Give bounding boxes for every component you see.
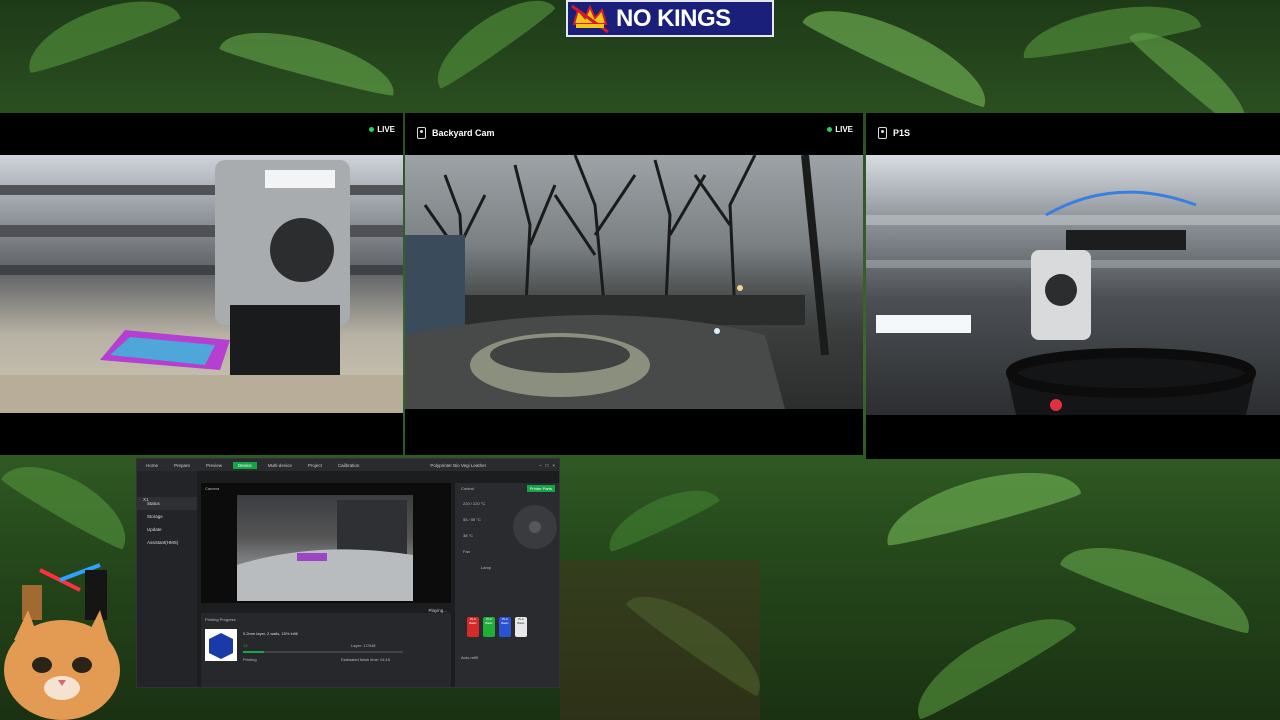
- sidebar-item-assistant[interactable]: Assistant(HMS): [137, 536, 197, 549]
- progress-bar: [243, 651, 403, 653]
- tab-project[interactable]: Project: [303, 462, 327, 469]
- camera-label: Camera: [205, 486, 220, 491]
- printer-camera-feed: [237, 495, 413, 601]
- camera-header: Backyard Cam LIVE: [405, 113, 863, 153]
- control-panel: Control Printer Parts 220 / 220 °C 55 / …: [455, 483, 559, 687]
- bed-temp[interactable]: 55 / 55 °C: [463, 517, 481, 522]
- printer-selector[interactable]: X1: [143, 497, 149, 502]
- maximize-icon[interactable]: □: [546, 463, 549, 468]
- camera-panel-p1s[interactable]: P1S: [866, 113, 1280, 459]
- home-button[interactable]: [529, 521, 541, 533]
- fan-label[interactable]: Fan: [463, 549, 470, 554]
- slicer-sidebar: X1 Status Storage Update Assistant(HMS): [137, 471, 197, 687]
- camera-panel-backyard[interactable]: Backyard Cam LIVE: [405, 113, 863, 455]
- print-status: Printing: [243, 657, 257, 662]
- tab-device[interactable]: Device: [233, 461, 257, 469]
- model-thumbnail: [205, 629, 237, 661]
- slicer-window[interactable]: Home Prepare Preview Device Multi-device…: [136, 458, 560, 688]
- lamp-label[interactable]: Lamp: [481, 565, 491, 570]
- auto-refill-label[interactable]: Auto-refill: [461, 655, 478, 660]
- camera-header: P1S: [866, 113, 1280, 153]
- ams-spool-2[interactable]: PLA Basic: [483, 617, 495, 637]
- close-icon[interactable]: ×: [552, 463, 555, 468]
- sidebar-item-storage[interactable]: Storage: [137, 510, 197, 523]
- camera-header: LIVE: [0, 113, 403, 153]
- control-label: Control: [461, 486, 474, 491]
- banner-text: NO KINGS: [616, 4, 731, 32]
- progress-percent: 13: [243, 643, 248, 648]
- progress-bar-fill: [243, 651, 264, 653]
- camera-title: Backyard Cam: [432, 128, 495, 138]
- ams-spool-4[interactable]: PLA Basic: [515, 617, 527, 637]
- live-indicator: LIVE: [827, 125, 853, 134]
- progress-title: Printing Progress: [205, 617, 236, 622]
- tab-home[interactable]: Home: [141, 462, 163, 469]
- tab-preview[interactable]: Preview: [201, 462, 227, 469]
- chamber-temp: 38 °C: [463, 533, 474, 538]
- printer-interior-feed-1: [0, 155, 403, 413]
- backyard-feed: [405, 155, 863, 409]
- camera-icon: [878, 127, 887, 139]
- window-title: Polyprinter Bio Vegi Leather: [430, 462, 487, 468]
- camera-panel-1[interactable]: LIVE: [0, 113, 403, 455]
- camera-icon: [417, 127, 426, 139]
- camera-title: P1S: [893, 128, 911, 138]
- job-description: 0.2mm layer, 2 walls, 15% infill: [243, 631, 298, 636]
- sidebar-item-update[interactable]: Update: [137, 523, 197, 536]
- layer-info: Layer: 17/048: [351, 643, 376, 648]
- nozzle-temp[interactable]: 220 / 220 °C: [463, 501, 485, 506]
- tab-prepare[interactable]: Prepare: [169, 462, 195, 469]
- printing-progress-panel: Printing Progress 0.2mm layer, 2 walls, …: [201, 613, 451, 687]
- slicer-titlebar: Home Prepare Preview Device Multi-device…: [137, 459, 559, 471]
- estimated-finish: Estimated finish time: 04:15: [341, 657, 391, 662]
- minimize-icon[interactable]: –: [539, 463, 542, 468]
- crown-logo-icon: [568, 2, 612, 35]
- ams-spool-3[interactable]: PLA Basic: [499, 617, 511, 637]
- printer-parts-button[interactable]: Printer Parts: [526, 485, 555, 492]
- jog-dial[interactable]: [513, 505, 557, 549]
- ams-spool-1[interactable]: PLA Basic: [467, 617, 479, 637]
- no-kings-banner: NO KINGS: [566, 0, 774, 37]
- tab-multi-device[interactable]: Multi-device: [263, 462, 297, 469]
- streamer-avatar: [0, 560, 140, 720]
- live-indicator: LIVE: [369, 125, 395, 134]
- printer-camera-view: Camera Playing...: [201, 483, 451, 613]
- tab-calibration[interactable]: Calibration: [333, 462, 365, 469]
- p1s-feed: [866, 155, 1280, 415]
